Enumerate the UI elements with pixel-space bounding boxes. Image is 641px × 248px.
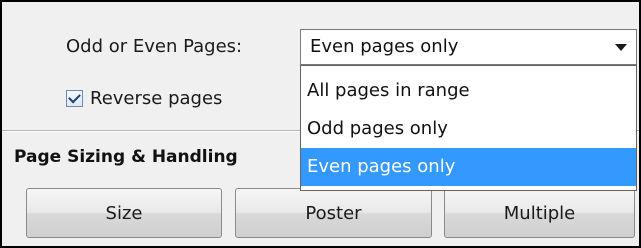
reverse-pages-checkbox[interactable] (66, 90, 83, 107)
odd-even-dropdown-list: All pages in range Odd pages only Even p… (300, 65, 637, 191)
dropdown-option-odd-pages[interactable]: Odd pages only (301, 110, 636, 148)
reverse-pages-option[interactable]: Reverse pages (66, 88, 222, 109)
odd-even-selected-value: Even pages only (310, 36, 459, 57)
size-button[interactable]: Size (26, 188, 222, 238)
chevron-down-icon (615, 43, 627, 51)
reverse-pages-label[interactable]: Reverse pages (90, 88, 222, 109)
multiple-button[interactable]: Multiple (444, 188, 635, 238)
print-options-panel: Odd or Even Pages: Even pages only Rever… (0, 0, 641, 248)
dropdown-arrow-button[interactable] (610, 34, 632, 60)
dropdown-option-all-pages[interactable]: All pages in range (301, 72, 636, 110)
poster-button[interactable]: Poster (235, 188, 432, 238)
odd-even-pages-label: Odd or Even Pages: (66, 36, 243, 57)
dropdown-option-even-pages[interactable]: Even pages only (301, 148, 636, 186)
odd-even-pages-select[interactable]: Even pages only (300, 29, 637, 65)
page-sizing-title: Page Sizing & Handling (14, 147, 238, 167)
checkmark-icon (68, 90, 81, 104)
